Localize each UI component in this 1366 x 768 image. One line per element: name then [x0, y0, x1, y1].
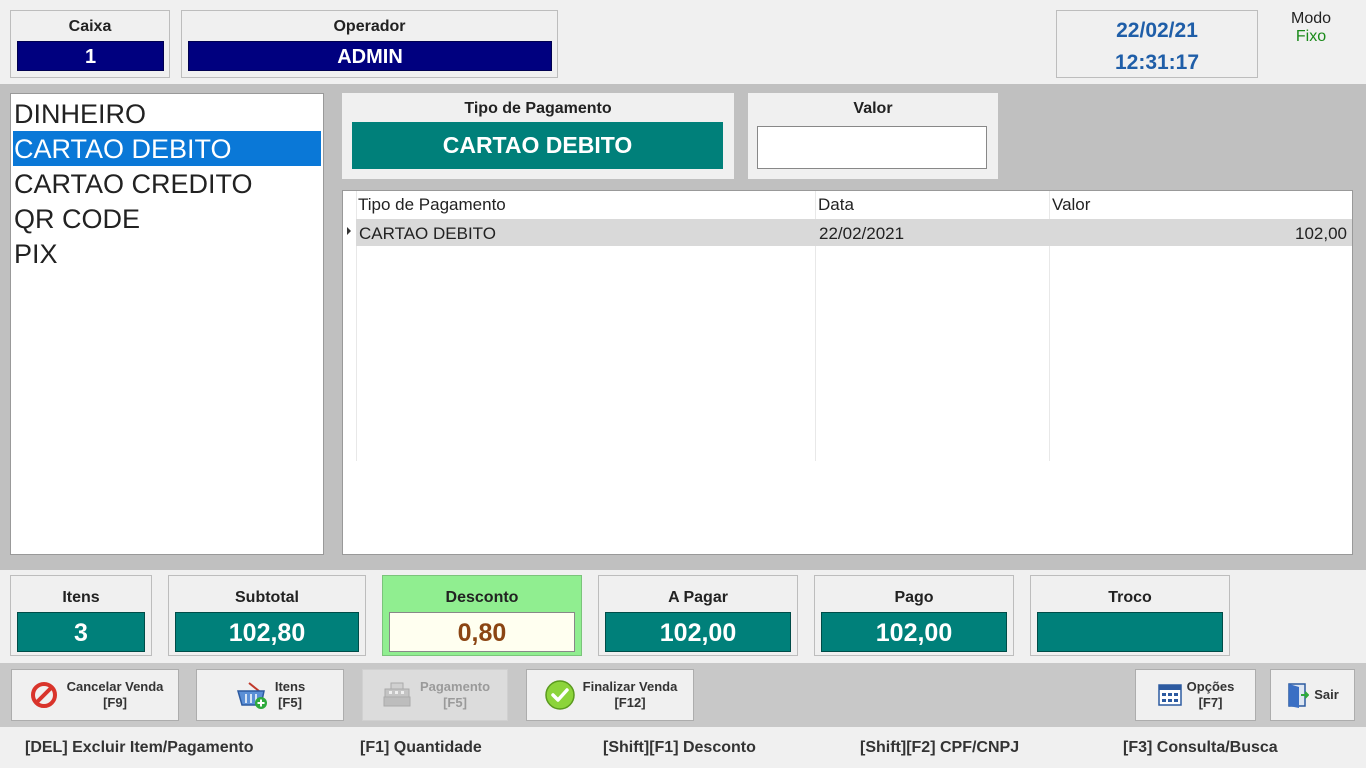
tipo-pagamento-panel: Tipo de Pagamento CARTAO DEBITO: [342, 93, 734, 179]
troco-value: [1037, 612, 1223, 652]
calendar-grid-icon: [1157, 678, 1183, 712]
modo-label: Modo: [1290, 10, 1332, 27]
tipo-pagamento-label: Tipo de Pagamento: [464, 100, 612, 117]
date-display: 22/02/21: [1116, 19, 1198, 42]
operador-panel: Operador ADMIN: [181, 10, 558, 78]
cash-register-icon: [380, 678, 414, 712]
cancelar-venda-button[interactable]: Cancelar Venda [F9]: [11, 669, 179, 721]
modo-panel: Modo Fixo: [1270, 10, 1352, 46]
finalizar-venda-key: [F12]: [614, 695, 646, 710]
finalizar-venda-button[interactable]: Finalizar Venda [F12]: [526, 669, 694, 721]
sair-button-label: Sair: [1314, 687, 1339, 702]
exit-door-icon: [1286, 678, 1310, 712]
valor-input[interactable]: [757, 126, 987, 169]
pagamento-button[interactable]: Pagamento [F5]: [362, 669, 508, 721]
desconto-box: Desconto 0,80: [382, 575, 582, 656]
a-pagar-label: A Pagar: [668, 589, 728, 606]
grid-header-data[interactable]: Data: [818, 195, 854, 215]
pago-label: Pago: [894, 589, 934, 606]
shortcut-shift-f1: [Shift][F1] Desconto: [603, 739, 756, 756]
itens-box: Itens 3: [10, 575, 152, 656]
grid-cell-tipo[interactable]: CARTAO DEBITO: [359, 224, 496, 244]
itens-value: 3: [17, 612, 145, 652]
shortcut-shift-f2: [Shift][F2] CPF/CNPJ: [860, 739, 1020, 756]
payment-type-dinheiro[interactable]: DINHEIRO: [11, 96, 323, 131]
pagamento-button-key: [F5]: [443, 695, 467, 710]
modo-value: Fixo: [1295, 28, 1327, 45]
datetime-panel: 22/02/21 12:31:17: [1056, 10, 1258, 78]
subtotal-box: Subtotal 102,80: [168, 575, 366, 656]
opcoes-button[interactable]: Opções [F7]: [1135, 669, 1256, 721]
cancelar-venda-key: [F9]: [103, 695, 127, 710]
totals-bar: Itens 3 Subtotal 102,80 Desconto 0,80 A …: [0, 570, 1366, 663]
valor-panel: Valor: [748, 93, 998, 179]
opcoes-button-label: Opções: [1186, 679, 1235, 694]
pagamento-button-label: Pagamento: [419, 679, 491, 694]
caixa-label: Caixa: [68, 18, 112, 35]
subtotal-label: Subtotal: [235, 589, 299, 606]
payment-type-cartao-debito[interactable]: CARTAO DEBITO: [13, 131, 321, 166]
finalizar-venda-label: Finalizar Venda: [582, 679, 678, 694]
itens-button-key: [F5]: [278, 695, 302, 710]
caixa-value: 1: [17, 41, 164, 71]
grid-cell-valor[interactable]: 102,00: [1295, 224, 1347, 244]
pago-box: Pago 102,00: [814, 575, 1014, 656]
cancelar-venda-label: Cancelar Venda: [66, 679, 164, 694]
shortcut-f3: [F3] Consulta/Busca: [1123, 739, 1278, 756]
basket-add-icon: [235, 678, 269, 712]
opcoes-button-key: [F7]: [1198, 695, 1223, 710]
shortcut-f1: [F1] Quantidade: [360, 739, 482, 756]
pago-value: 102,00: [821, 612, 1007, 652]
valor-label: Valor: [853, 100, 893, 117]
shortcut-del: [DEL] Excluir Item/Pagamento: [25, 739, 254, 756]
troco-box: Troco: [1030, 575, 1230, 656]
button-bar: Cancelar Venda [F9] Itens [F5] Pagamento [F…: [0, 663, 1366, 727]
shortcut-bar: [DEL] Excluir Item/Pagamento [F1] Quanti…: [0, 727, 1366, 768]
a-pagar-box: A Pagar 102,00: [598, 575, 798, 656]
grid-header-valor[interactable]: Valor: [1052, 195, 1090, 215]
cancel-icon: [27, 678, 61, 712]
time-display: 12:31:17: [1114, 51, 1200, 74]
payment-type-pix[interactable]: PIX: [11, 236, 323, 271]
a-pagar-value: 102,00: [605, 612, 791, 652]
grid-header-tipo[interactable]: Tipo de Pagamento: [358, 195, 506, 215]
payment-type-list[interactable]: DINHEIRO CARTAO DEBITO CARTAO CREDITO QR…: [10, 93, 324, 555]
operador-value: ADMIN: [188, 41, 552, 71]
caixa-panel: Caixa 1: [10, 10, 170, 78]
payment-type-cartao-credito[interactable]: CARTAO CREDITO: [11, 166, 323, 201]
row-indicator-icon: [347, 227, 351, 235]
itens-button[interactable]: Itens [F5]: [196, 669, 344, 721]
payments-grid[interactable]: Tipo de Pagamento Data Valor CARTAO DEBI…: [342, 190, 1353, 555]
desconto-label: Desconto: [445, 589, 519, 606]
operador-label: Operador: [333, 18, 406, 35]
header: Caixa 1 Operador ADMIN 22/02/21 12:31:17…: [0, 0, 1366, 84]
troco-label: Troco: [1108, 589, 1152, 606]
desconto-value[interactable]: 0,80: [389, 612, 575, 652]
tipo-pagamento-value: CARTAO DEBITO: [352, 122, 723, 169]
payment-type-qr-code[interactable]: QR CODE: [11, 201, 323, 236]
grid-cell-data[interactable]: 22/02/2021: [819, 224, 904, 244]
check-icon: [543, 678, 577, 712]
itens-button-label: Itens: [274, 679, 306, 694]
sair-button[interactable]: Sair: [1270, 669, 1355, 721]
itens-label: Itens: [62, 589, 100, 606]
subtotal-value: 102,80: [175, 612, 359, 652]
